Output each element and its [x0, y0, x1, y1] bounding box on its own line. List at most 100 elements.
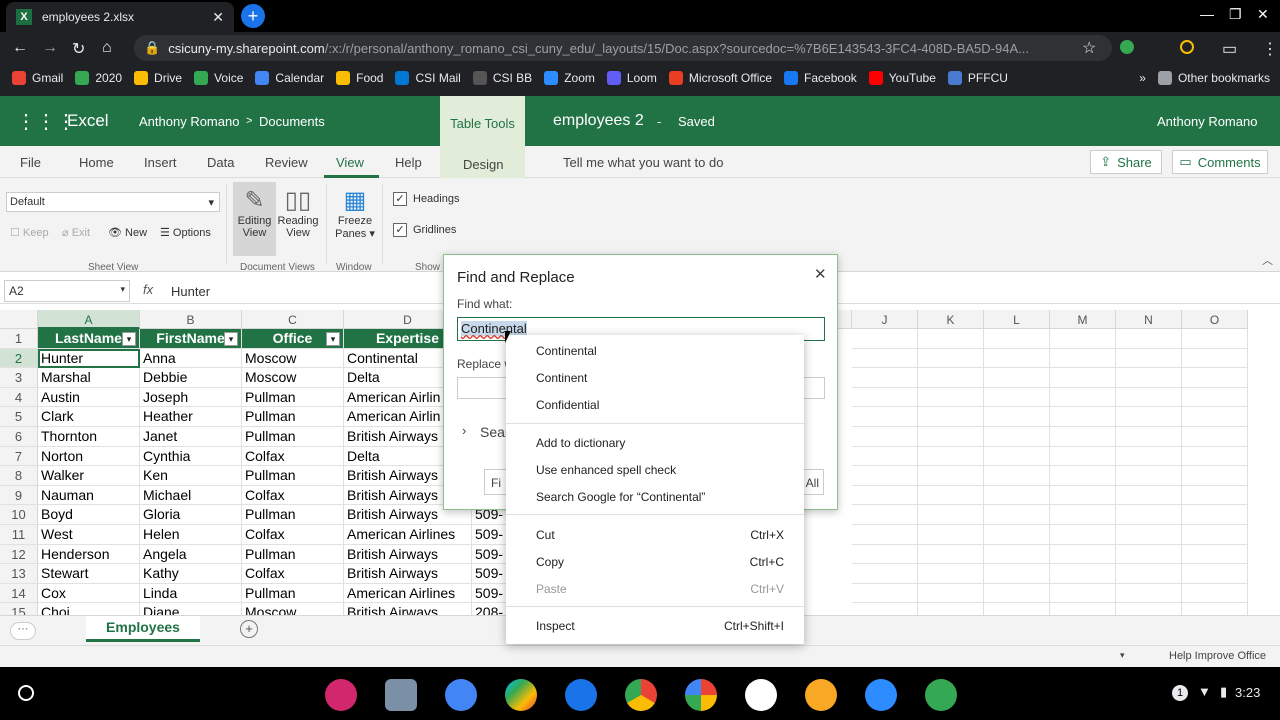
bookmark-loom[interactable]: Loom: [606, 71, 657, 85]
table-cell[interactable]: Helen: [140, 525, 242, 545]
breadcrumb-user[interactable]: Anthony Romano: [139, 96, 239, 146]
help-improve-office-link[interactable]: Help Improve Office: [1169, 650, 1266, 662]
table-cell[interactable]: Moscow: [242, 348, 344, 369]
table-cell[interactable]: Stewart: [38, 564, 140, 584]
empty-cell[interactable]: [1050, 329, 1116, 349]
empty-cell[interactable]: [918, 603, 984, 615]
reload-icon[interactable]: ↻: [72, 39, 85, 59]
empty-cell[interactable]: [1116, 348, 1182, 369]
column-header[interactable]: C: [242, 310, 344, 329]
bookmark-youtube[interactable]: YouTube: [868, 71, 936, 85]
chevron-right-icon[interactable]: ›: [462, 423, 466, 438]
launcher-icon[interactable]: [18, 685, 34, 701]
table-cell[interactable]: West: [38, 525, 140, 545]
empty-cell[interactable]: [1050, 603, 1116, 615]
sheet-tab-employees[interactable]: Employees: [86, 616, 200, 642]
tab-review[interactable]: Review: [265, 155, 308, 170]
bookmark-pffcu[interactable]: PFFCU: [947, 71, 1008, 85]
empty-cell[interactable]: [1050, 387, 1116, 408]
empty-cell[interactable]: [918, 544, 984, 565]
table-cell[interactable]: Kathy: [140, 564, 242, 584]
freeze-panes-button[interactable]: ▦ Freeze Panes ▾: [332, 182, 378, 256]
row-header[interactable]: 15: [0, 603, 38, 615]
empty-cell[interactable]: [918, 564, 984, 584]
empty-cell[interactable]: [1116, 525, 1182, 545]
empty-cell[interactable]: [1182, 603, 1248, 615]
bookmark-zoom[interactable]: Zoom: [544, 71, 595, 85]
empty-cell[interactable]: [984, 407, 1050, 427]
extension-icon[interactable]: [1180, 40, 1194, 54]
options-button[interactable]: ☰ Options: [160, 226, 211, 239]
empty-cell[interactable]: [1116, 446, 1182, 467]
table-cell[interactable]: Colfax: [242, 446, 344, 467]
row-header[interactable]: 2: [0, 348, 38, 369]
table-cell[interactable]: Boyd: [38, 505, 140, 525]
empty-cell[interactable]: [1182, 544, 1248, 565]
empty-cell[interactable]: [984, 525, 1050, 545]
row-header[interactable]: 9: [0, 485, 38, 506]
table-cell[interactable]: American Airlines: [344, 583, 472, 604]
forward-icon[interactable]: →: [42, 39, 58, 57]
copy-item[interactable]: Copy Ctrl+C: [536, 555, 784, 569]
empty-cell[interactable]: [984, 466, 1050, 486]
settings-icon[interactable]: [445, 679, 477, 711]
empty-cell[interactable]: [984, 427, 1050, 447]
empty-cell[interactable]: [1050, 485, 1116, 506]
enhanced-spell-check-item[interactable]: Use enhanced spell check: [536, 463, 784, 477]
empty-cell[interactable]: [918, 348, 984, 369]
empty-cell[interactable]: [918, 505, 984, 525]
empty-cell[interactable]: [1116, 564, 1182, 584]
tab-view[interactable]: View: [336, 155, 364, 170]
empty-cell[interactable]: [918, 446, 984, 467]
select-all-corner[interactable]: [0, 310, 38, 329]
breadcrumb-folder[interactable]: Documents: [259, 96, 325, 146]
collapse-ribbon-icon[interactable]: ︿: [1262, 252, 1273, 268]
bookmark-calendar[interactable]: Calendar: [255, 71, 324, 85]
table-cell[interactable]: Walker: [38, 466, 140, 486]
empty-cell[interactable]: [984, 603, 1050, 615]
empty-cell[interactable]: [852, 564, 918, 584]
row-header[interactable]: 8: [0, 466, 38, 486]
empty-cell[interactable]: [984, 505, 1050, 525]
spelling-suggestion[interactable]: Continent: [536, 371, 784, 385]
empty-cell[interactable]: [984, 387, 1050, 408]
bookmark-voice[interactable]: Voice: [194, 71, 243, 85]
empty-cell[interactable]: [984, 368, 1050, 388]
table-cell[interactable]: Heather: [140, 407, 242, 427]
empty-cell[interactable]: [1182, 427, 1248, 447]
battery-icon[interactable]: ▮: [1220, 684, 1227, 700]
sheet-view-select[interactable]: Default ▾: [6, 192, 220, 212]
column-header[interactable]: A: [38, 310, 140, 329]
new-tab-button[interactable]: +: [241, 4, 265, 28]
headings-checkbox[interactable]: ✓ Headings: [393, 192, 459, 206]
table-cell[interactable]: Pullman: [242, 466, 344, 486]
table-cell[interactable]: Cox: [38, 583, 140, 604]
empty-cell[interactable]: [1116, 583, 1182, 604]
column-header[interactable]: O: [1182, 310, 1248, 329]
empty-cell[interactable]: [984, 329, 1050, 349]
empty-cell[interactable]: [852, 603, 918, 615]
table-cell[interactable]: Pullman: [242, 387, 344, 408]
table-cell[interactable]: Diane: [140, 603, 242, 615]
table-cell[interactable]: Linda: [140, 583, 242, 604]
empty-cell[interactable]: [1050, 564, 1116, 584]
empty-cell[interactable]: [918, 583, 984, 604]
empty-cell[interactable]: [852, 348, 918, 369]
menu-icon[interactable]: ⋮: [1262, 39, 1278, 59]
row-header[interactable]: 10: [0, 505, 38, 525]
minimize-icon[interactable]: —: [1200, 6, 1214, 22]
tab-help[interactable]: Help: [395, 155, 422, 170]
filter-dropdown-icon[interactable]: ▾: [326, 332, 340, 346]
table-cell[interactable]: Colfax: [242, 525, 344, 545]
table-cell[interactable]: Clark: [38, 407, 140, 427]
empty-cell[interactable]: [984, 544, 1050, 565]
empty-cell[interactable]: [1116, 387, 1182, 408]
tab-design[interactable]: Design: [463, 157, 503, 172]
filter-dropdown-icon[interactable]: ▾: [224, 332, 238, 346]
editing-view-button[interactable]: ✎ Editing View: [233, 182, 276, 256]
table-cell[interactable]: Choi: [38, 603, 140, 615]
empty-cell[interactable]: [1050, 505, 1116, 525]
row-header[interactable]: 3: [0, 368, 38, 388]
column-header[interactable]: J: [852, 310, 918, 329]
empty-cell[interactable]: [918, 387, 984, 408]
